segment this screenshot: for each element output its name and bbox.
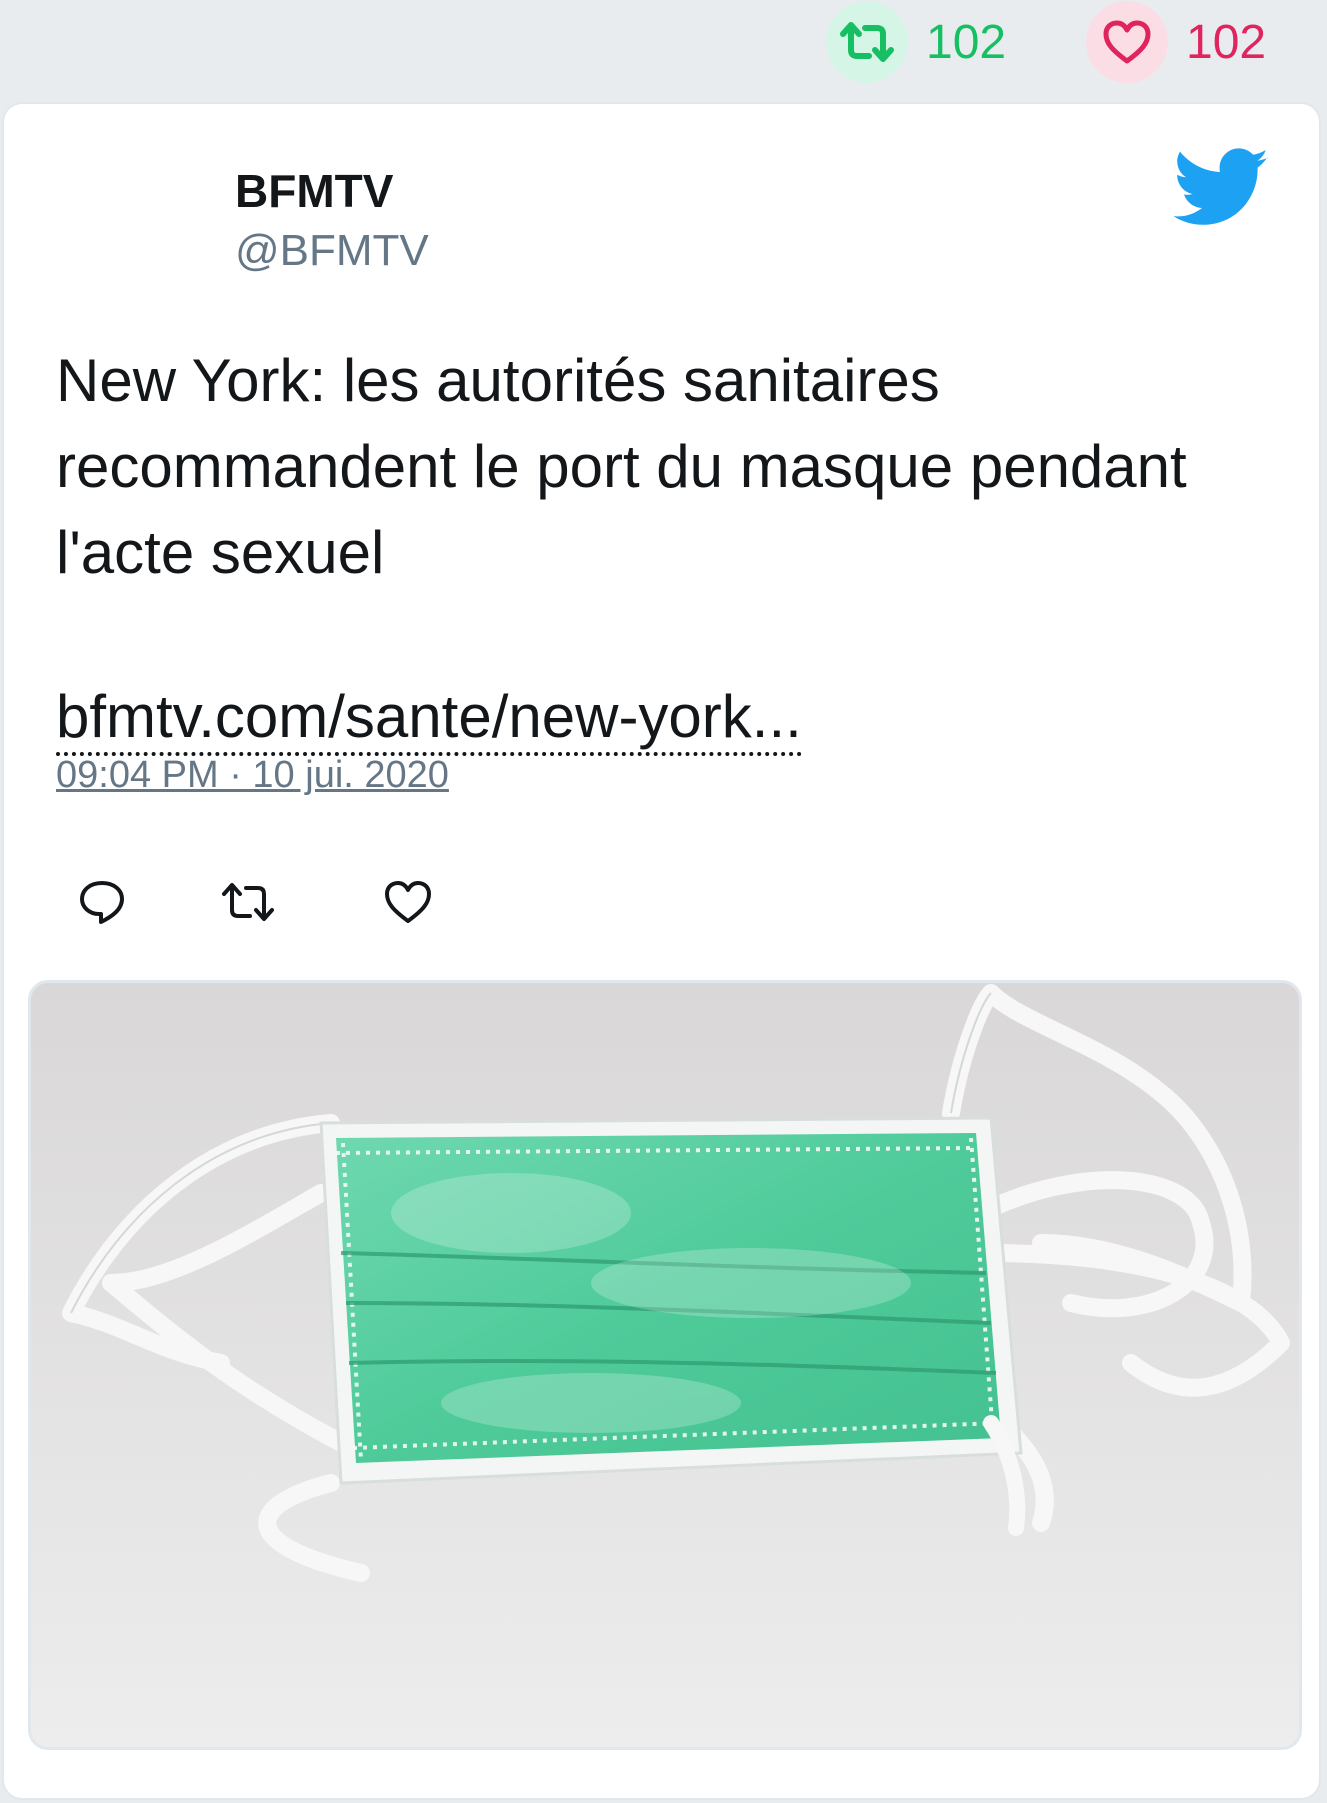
reply-icon[interactable]: [74, 874, 130, 930]
tweet-text: New York: les autorités sanitaires recom…: [56, 347, 1187, 586]
retweet-count: 102: [926, 15, 1007, 69]
tweet-card: BFMTV @BFMTV New York: les autorités san…: [4, 104, 1319, 1798]
retweet-stat[interactable]: 102: [826, 0, 1006, 84]
heart-icon: [1086, 1, 1168, 83]
retweet-action-icon[interactable]: [220, 874, 276, 930]
tweet-timestamp[interactable]: 09:04 PM · 10 jui. 2020: [56, 754, 449, 797]
like-icon[interactable]: [380, 874, 436, 930]
like-stat[interactable]: 102: [1086, 0, 1266, 84]
author-handle[interactable]: @BFMTV: [235, 226, 429, 276]
retweet-icon: [826, 1, 908, 83]
tweet-media-image[interactable]: [28, 980, 1302, 1750]
twitter-bird-icon[interactable]: [1174, 148, 1270, 228]
stats-bar: 102 102: [0, 0, 1327, 104]
face-mask-image: [31, 983, 1299, 1747]
author-name[interactable]: BFMTV: [235, 164, 393, 218]
like-count: 102: [1186, 15, 1267, 69]
tweet-link[interactable]: bfmtv.com/sante/new-york...: [56, 682, 802, 756]
